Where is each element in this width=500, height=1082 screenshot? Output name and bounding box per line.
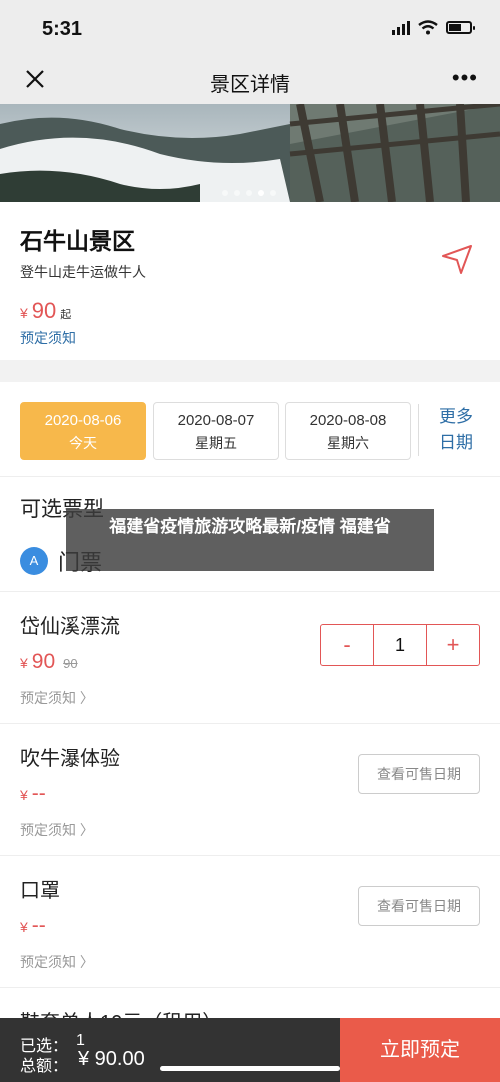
plus-button[interactable]: + [427, 625, 479, 665]
total-value: ¥ 90.00 [78, 1048, 145, 1070]
ticket-name: 口罩 [20, 880, 60, 902]
nav-bar: 景区详情 ••• [0, 58, 500, 104]
ticket-price: ¥ -- [20, 914, 46, 938]
quantity-stepper: - 1 + [320, 624, 480, 666]
page-title: 景区详情 [210, 74, 290, 96]
day-text: 星期六 [327, 435, 369, 451]
currency-symbol: ¥ [20, 305, 28, 321]
booking-notice-link[interactable]: 预定须知 〉 [20, 688, 94, 708]
more-icon[interactable]: ••• [452, 65, 478, 91]
original-price: 90 [63, 656, 78, 671]
carousel-dots [222, 190, 276, 196]
battery-icon [446, 21, 475, 34]
scenic-subtitle: 登牛山走牛运做牛人 [20, 264, 146, 280]
day-text: 星期五 [195, 435, 237, 451]
date-text: 2020-08-08 [309, 412, 387, 429]
quantity-value[interactable]: 1 [373, 625, 427, 665]
ticket-item: 口罩 ¥ -- 预定须知 〉 查看可售日期 [0, 855, 500, 987]
checkout-bar: 已选： 1 总额： ¥ 90.00 立即预定 [0, 1018, 500, 1082]
home-indicator[interactable] [160, 1066, 340, 1071]
date-option-friday[interactable]: 2020-08-07 星期五 [153, 402, 279, 460]
price-value: 90 [31, 650, 56, 673]
status-icons [392, 20, 475, 35]
check-dates-button[interactable]: 查看可售日期 [358, 754, 480, 794]
currency-symbol: ¥ [20, 787, 28, 803]
date-option-today[interactable]: 2020-08-06 今天 [20, 402, 146, 460]
signal-icon [392, 20, 410, 35]
booking-notice-link[interactable]: 预定须知 〉 [20, 820, 94, 840]
scenic-info-card: 石牛山景区 登牛山走牛运做牛人 ¥ 90 起 预定须知 [0, 202, 500, 360]
scenic-name: 石牛山景区 [20, 228, 135, 254]
price-value: 90 [31, 298, 57, 323]
more-dates-line1: 更多 [439, 407, 473, 426]
date-text: 2020-08-06 [44, 412, 122, 429]
ticket-item: 吹牛瀑体验 ¥ -- 预定须知 〉 查看可售日期 [0, 723, 500, 855]
total-label: 总额： [20, 1058, 69, 1075]
ticket-price: ¥ 90 90 [20, 650, 78, 674]
minus-button[interactable]: - [321, 625, 373, 665]
ticket-group-icon: A [20, 547, 48, 575]
status-time: 5:31 [42, 18, 83, 40]
currency-symbol: ¥ [20, 655, 28, 671]
ticket-price: ¥ -- [20, 782, 46, 806]
overlay-caption: 福建省疫情旅游攻略最新/疫情 福建省 [66, 509, 434, 571]
price-suffix: 起 [60, 309, 72, 321]
price-value: -- [31, 914, 46, 937]
check-dates-button[interactable]: 查看可售日期 [358, 886, 480, 926]
day-text: 今天 [69, 435, 97, 451]
date-option-saturday[interactable]: 2020-08-08 星期六 [285, 402, 411, 460]
currency-symbol: ¥ [20, 919, 28, 935]
ticket-name: 吹牛瀑体验 [20, 748, 120, 770]
navigation-icon[interactable] [440, 242, 474, 276]
more-dates-button[interactable]: 更多 日期 [418, 404, 498, 456]
book-now-button[interactable]: 立即预定 [340, 1018, 500, 1082]
booking-notice-link[interactable]: 预定须知 〉 [20, 952, 94, 972]
more-dates-line2: 日期 [439, 433, 473, 452]
status-bar: 5:31 [0, 0, 500, 58]
ticket-name: 岱仙溪漂流 [20, 616, 120, 638]
ticket-item: 岱仙溪漂流 ¥ 90 90 预定须知 〉 - 1 + [0, 591, 500, 723]
date-selector: 2020-08-06 今天 2020-08-07 星期五 2020-08-08 … [0, 382, 500, 476]
booking-notice-link[interactable]: 预定须知 [20, 328, 76, 348]
hero-image[interactable] [0, 104, 500, 202]
starting-price: ¥ 90 起 [20, 298, 71, 324]
scenery-illustration [0, 104, 500, 202]
date-text: 2020-08-07 [177, 412, 255, 429]
wifi-icon [418, 20, 438, 35]
price-value: -- [31, 782, 46, 805]
